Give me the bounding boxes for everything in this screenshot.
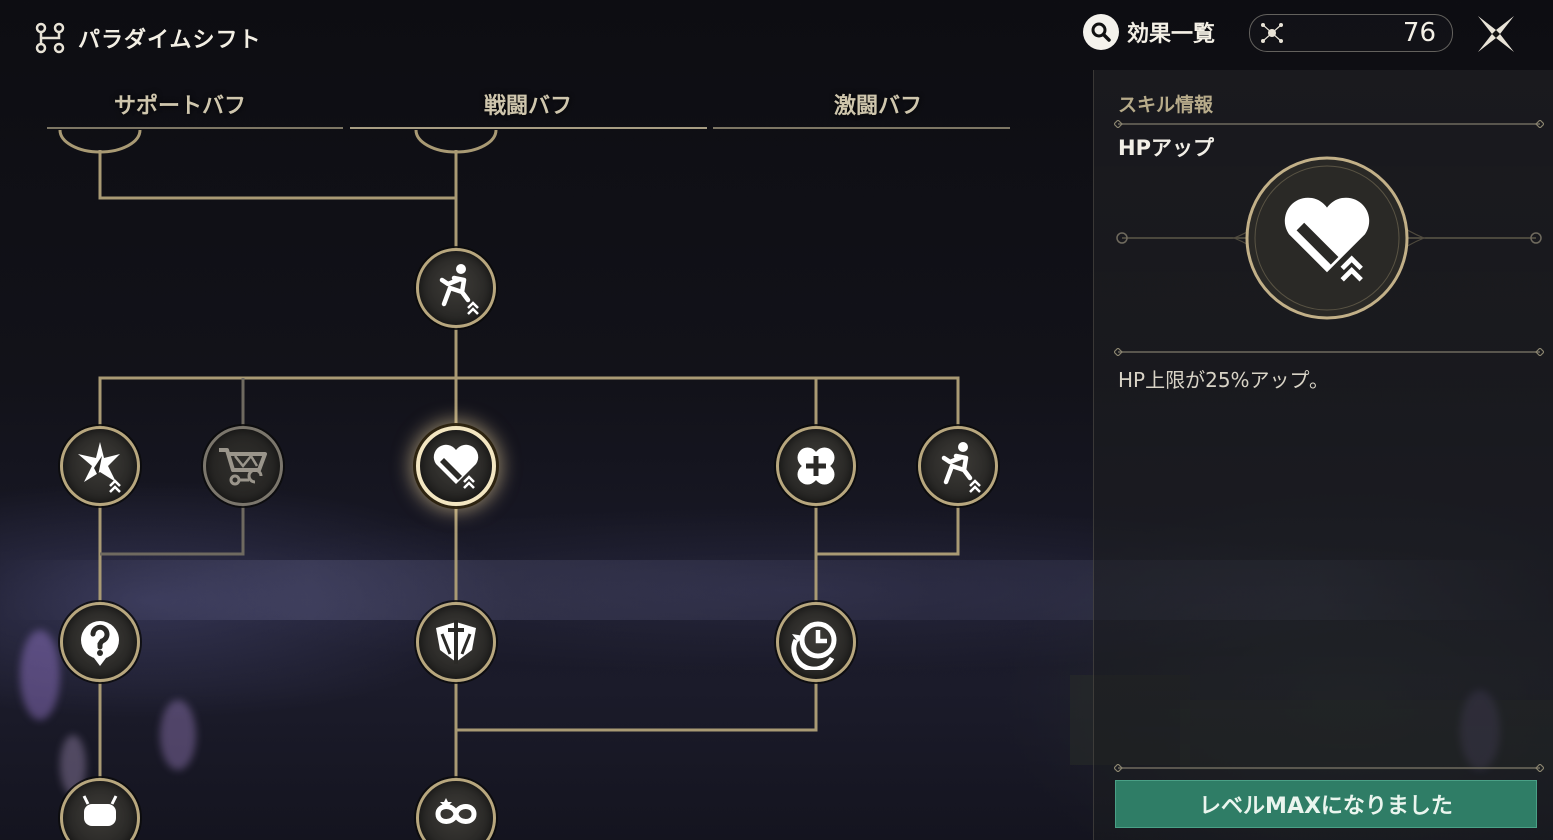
divider <box>1114 120 1544 128</box>
points-counter: 76 <box>1249 14 1453 52</box>
tab-underline <box>350 127 707 129</box>
infinity-icon <box>435 798 477 824</box>
points-value: 76 <box>1402 18 1436 48</box>
divider <box>1114 764 1544 772</box>
tab-underline <box>47 127 343 129</box>
skill-node-speed-up[interactable] <box>416 248 496 328</box>
skill-node-cooldown[interactable] <box>776 602 856 682</box>
close-button[interactable] <box>1474 12 1518 56</box>
skill-node-bandage[interactable] <box>776 426 856 506</box>
bandage-plus-icon <box>797 447 835 485</box>
heart-up-icon <box>433 444 479 489</box>
effects-list-label: 効果一覧 <box>1127 22 1216 47</box>
skill-node-speed-up-right[interactable] <box>918 426 998 506</box>
node-point-icon <box>1261 23 1283 43</box>
running-up-icon <box>941 442 981 493</box>
tab-fierce-buff[interactable]: 激闘バフ <box>758 88 998 120</box>
skill-node-unknown[interactable] <box>60 602 140 682</box>
divider <box>1114 348 1544 356</box>
panel-title: スキル情報 <box>1118 94 1214 116</box>
star-burst-up-icon <box>78 442 121 493</box>
header-left: パラダイムシフト <box>32 20 262 56</box>
tab-underline <box>713 127 1010 129</box>
shopping-cart-refresh-icon <box>219 448 267 486</box>
level-max-button[interactable]: レベルMAXになりました <box>1115 780 1537 828</box>
sword-shield-icon <box>436 620 476 664</box>
robot-icon <box>82 795 118 826</box>
skill-tree <box>0 130 1090 840</box>
skill-node-hp-up[interactable] <box>416 426 496 506</box>
page-title: パラダイムシフト <box>78 28 262 53</box>
skill-node-support-star[interactable] <box>60 426 140 506</box>
question-icon <box>81 621 119 666</box>
skill-node-sword-shield[interactable] <box>416 602 496 682</box>
effects-list-button[interactable]: 効果一覧 <box>1083 14 1215 50</box>
tab-combat-buff[interactable]: 戦闘バフ <box>408 88 648 120</box>
skill-info-panel: スキル情報 HPアップ HP上限が25%アップ。 レベルMAXになりました <box>1093 70 1553 840</box>
skill-node-shop-cart[interactable] <box>203 426 283 506</box>
clock-cycle-icon <box>791 621 837 670</box>
skill-description: HP上限が25%アップ。 <box>1118 368 1329 392</box>
paradigm-shift-icon <box>35 22 65 54</box>
running-up-icon <box>439 264 479 315</box>
skill-emblem <box>1116 156 1542 320</box>
search-icon <box>1083 14 1119 50</box>
tab-support-buff[interactable]: サポートバフ <box>60 88 300 120</box>
close-icon <box>1478 16 1514 52</box>
